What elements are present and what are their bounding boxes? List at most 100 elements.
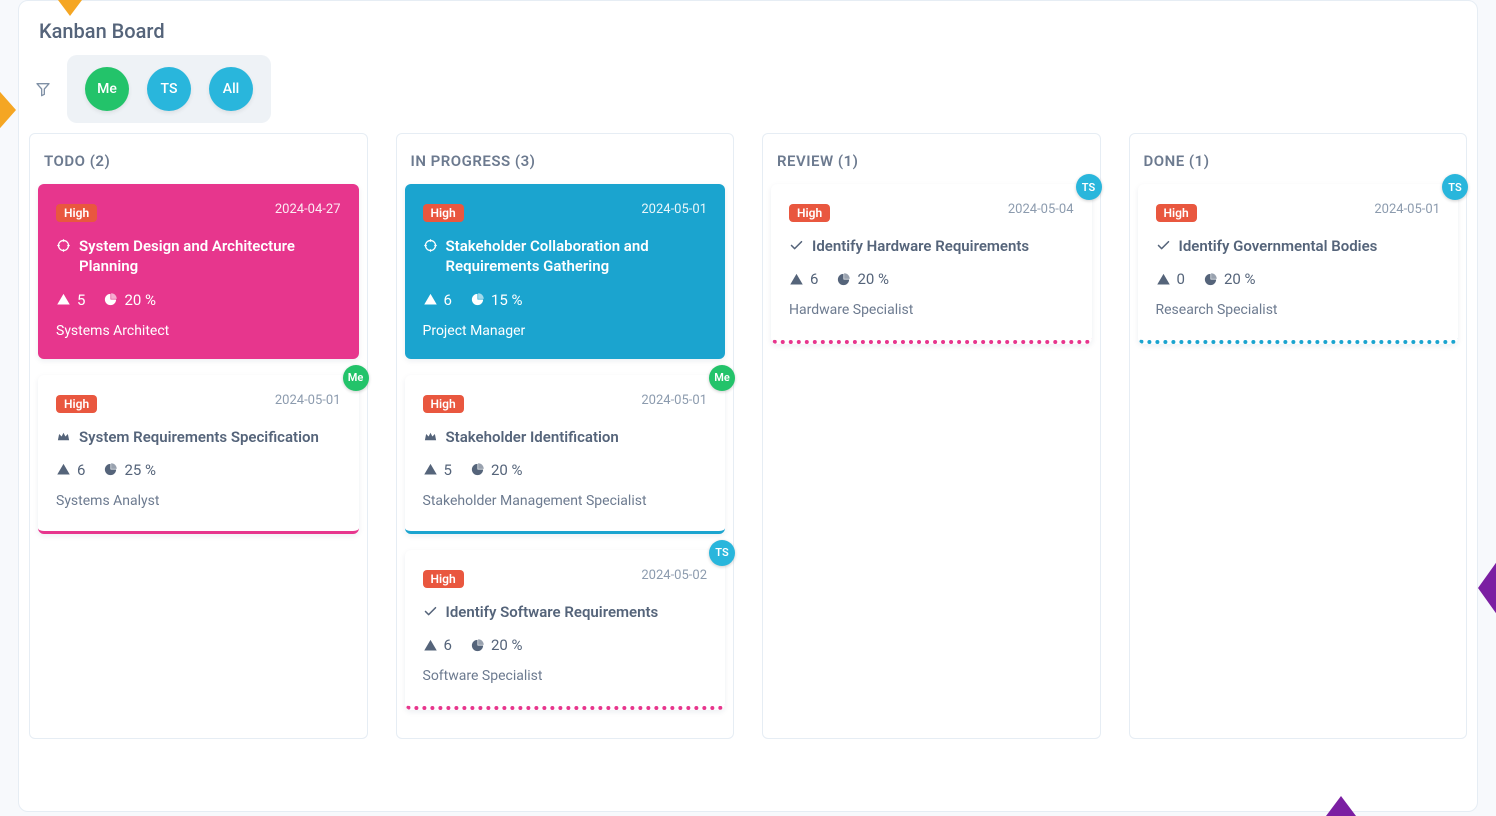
kanban-card[interactable]: 2024-05-02 High Identify Software Requirem… — [405, 550, 726, 710]
card-title: System Requirements Specification — [79, 427, 319, 447]
priority-badge: High — [423, 570, 464, 588]
progress-value: 20 % — [857, 270, 889, 288]
warning-icon — [56, 462, 71, 477]
card-title: Stakeholder Identification — [446, 427, 619, 447]
filter-pill-ts[interactable]: TS — [147, 67, 191, 111]
kanban-card[interactable]: 2024-05-01HighStakeholder Identification… — [405, 375, 726, 534]
card-role: Stakeholder Management Specialist — [423, 493, 708, 509]
target-icon — [423, 238, 438, 253]
filter-pills: Me TS All — [67, 55, 271, 123]
filter-pill-me[interactable]: Me — [85, 67, 129, 111]
card-metrics: 6 25 % — [56, 461, 341, 479]
assignee-badge[interactable]: TS — [1442, 174, 1468, 200]
priority-badge: High — [56, 395, 97, 413]
card-title-row: Identify Software Requirements — [423, 602, 708, 622]
assignee-badge[interactable]: TS — [1076, 174, 1102, 200]
column-todo: TODO (2)2024-04-27HighSystem Design and … — [29, 133, 368, 739]
card-progress-metric: 20 % — [103, 291, 156, 309]
filter-button[interactable] — [29, 75, 57, 103]
card-title-row: Stakeholder Identification — [423, 427, 708, 447]
card-role: Software Specialist — [423, 668, 708, 684]
progress-value: 20 % — [1224, 270, 1256, 288]
card-role: Research Specialist — [1156, 302, 1441, 318]
warning-icon — [789, 272, 804, 287]
card-metrics: 615 % — [423, 291, 708, 309]
card-metrics: 5 20 % — [56, 291, 341, 309]
priority-badge: High — [1156, 204, 1197, 222]
deco-triangle-top — [55, 0, 85, 16]
progress-value: 20 % — [491, 636, 523, 654]
assignee-badge[interactable]: TS — [709, 540, 735, 566]
card-title: Identify Hardware Requirements — [812, 236, 1029, 256]
card-title: Identify Governmental Bodies — [1179, 236, 1378, 256]
warn-value: 6 — [77, 461, 85, 479]
board-title: Kanban Board — [19, 1, 1477, 55]
card-date: 2024-05-04 — [1008, 202, 1074, 217]
column-header: TODO (2) — [38, 142, 359, 184]
progress-value: 25 % — [124, 461, 156, 479]
card-date: 2024-04-27 — [275, 202, 341, 217]
card-role: Project Manager — [423, 323, 708, 339]
card-date: 2024-05-01 — [641, 202, 707, 217]
card-metrics: 0 20 % — [1156, 270, 1441, 288]
card-role: Systems Architect — [56, 323, 341, 339]
column-inprogress: IN PROGRESS (3)2024-05-01HighStakeholder… — [396, 133, 735, 739]
card-progress-metric: 20 % — [836, 270, 889, 288]
columns: TODO (2)2024-04-27HighSystem Design and … — [19, 133, 1477, 739]
kanban-card[interactable]: 2024-05-01 High Stakeholder Collaboration … — [405, 184, 726, 359]
pie-icon — [836, 272, 851, 287]
priority-badge: High — [56, 204, 97, 222]
crown-icon — [423, 429, 438, 444]
card-title-row: Identify Governmental Bodies — [1156, 236, 1441, 256]
card-warn-metric: 0 — [1156, 270, 1185, 288]
pie-icon — [103, 462, 118, 477]
kanban-card[interactable]: 2024-04-27HighSystem Design and Architec… — [38, 184, 359, 359]
card-title: Identify Software Requirements — [446, 602, 659, 622]
priority-badge: High — [423, 395, 464, 413]
warn-value: 5 — [444, 461, 452, 479]
warn-value: 6 — [810, 270, 818, 288]
assignee-badge[interactable]: Me — [343, 365, 369, 391]
card-metrics: 6 20 % — [789, 270, 1074, 288]
priority-badge: High — [423, 204, 464, 222]
card-warn-metric: 6 — [56, 461, 85, 479]
kanban-card[interactable]: 2024-05-01HighSystem Requirements Specif… — [38, 375, 359, 534]
deco-triangle-left — [0, 85, 16, 135]
check-icon — [423, 604, 438, 619]
progress-value: 20 % — [491, 461, 523, 479]
pie-icon — [103, 292, 118, 307]
card-warn-metric: 6 — [423, 636, 452, 654]
kanban-board: Kanban Board Me TS All TODO (2) 2024-04-2… — [18, 0, 1478, 812]
pie-icon — [470, 292, 485, 307]
kanban-card[interactable]: 2024-05-04 High Identify Hardware Requirem… — [771, 184, 1092, 344]
check-icon — [789, 238, 804, 253]
card-progress-metric: 20 % — [470, 636, 523, 654]
pie-icon — [1203, 272, 1218, 287]
warning-icon — [423, 292, 438, 307]
warn-value: 6 — [444, 636, 452, 654]
card-progress-metric: 15 % — [470, 291, 523, 309]
column-review: REVIEW (1) 2024-05-04 High Identify Hardwar… — [762, 133, 1101, 739]
pie-icon — [470, 462, 485, 477]
priority-badge: High — [789, 204, 830, 222]
filter-pill-all[interactable]: All — [209, 67, 253, 111]
deco-triangle-bottom — [1326, 796, 1356, 816]
assignee-badge[interactable]: Me — [709, 365, 735, 391]
kanban-card[interactable]: 2024-05-01 High Identify Governmental Bodi… — [1138, 184, 1459, 344]
column-header: REVIEW (1) — [771, 142, 1092, 184]
warning-icon — [423, 638, 438, 653]
pie-icon — [470, 638, 485, 653]
card-warn-metric: 5 — [56, 291, 85, 309]
warn-value: 0 — [1177, 270, 1185, 288]
card-progress-metric: 20 % — [470, 461, 523, 479]
progress-value: 20 % — [124, 291, 156, 309]
card-date: 2024-05-01 — [1374, 202, 1440, 217]
column-header: DONE (1) — [1138, 142, 1459, 184]
warning-icon — [1156, 272, 1171, 287]
card-title-row: Stakeholder Collaboration and Requiremen… — [423, 236, 708, 277]
card-metrics: 5 20 % — [423, 461, 708, 479]
funnel-icon — [35, 81, 51, 97]
card-title-row: Identify Hardware Requirements — [789, 236, 1074, 256]
card-date: 2024-05-02 — [641, 568, 707, 583]
check-icon — [1156, 238, 1171, 253]
